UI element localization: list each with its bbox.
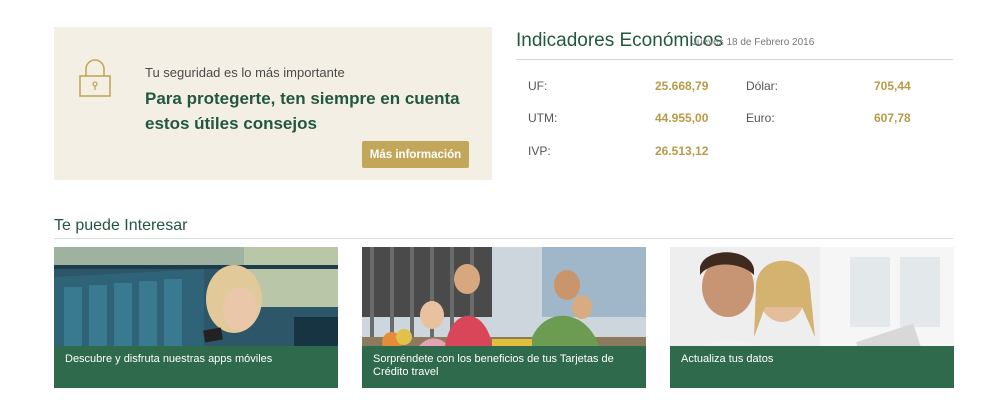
indicator-label-dolar: Dólar: xyxy=(746,79,779,93)
security-subtitle: Tu seguridad es lo más importante xyxy=(145,65,345,80)
section-heading: Te puede Interesar xyxy=(54,217,188,234)
card-caption: Descubre y disfruta nuestras apps móvile… xyxy=(54,346,338,388)
indicator-label-uf: UF: xyxy=(528,79,548,93)
indicator-value-euro: 607,78 xyxy=(874,111,911,125)
divider xyxy=(516,59,953,60)
indicator-value-ivp: 26.513,12 xyxy=(655,144,709,158)
card-apps[interactable]: Descubre y disfruta nuestras apps móvile… xyxy=(54,247,338,388)
lock-icon xyxy=(79,59,111,97)
card-update-data[interactable]: Actualiza tus datos xyxy=(670,247,954,388)
indicator-label-ivp: IVP: xyxy=(528,144,551,158)
card-caption: Sorpréndete con los beneficios de tus Ta… xyxy=(362,346,646,388)
indicator-label-utm: UTM: xyxy=(528,111,558,125)
indicator-value-uf: 25.668,79 xyxy=(655,79,709,93)
indicator-value-dolar: 705,44 xyxy=(874,79,911,93)
security-headline: Para protegerte, ten siempre en cuenta e… xyxy=(145,89,460,133)
indicator-label-euro: Euro: xyxy=(746,111,775,125)
more-info-button[interactable]: Más información xyxy=(362,141,469,168)
divider xyxy=(54,238,953,239)
indicator-value-utm: 44.955,00 xyxy=(655,111,709,125)
card-travel[interactable]: Sorpréndete con los beneficios de tus Ta… xyxy=(362,247,646,388)
indicators-date: Jueves 18 de Febrero 2016 xyxy=(692,37,815,48)
card-caption: Actualiza tus datos xyxy=(670,346,954,388)
